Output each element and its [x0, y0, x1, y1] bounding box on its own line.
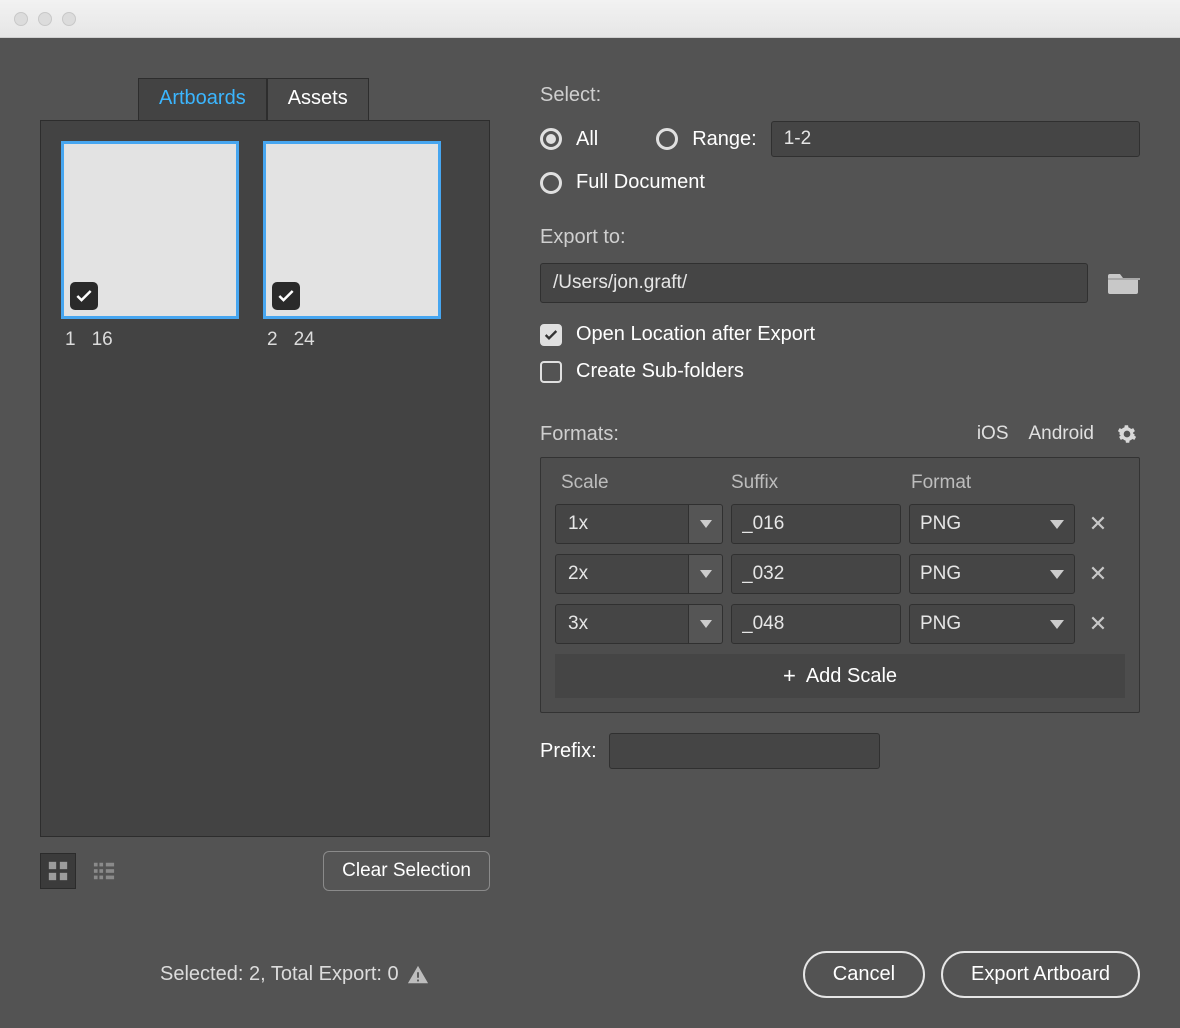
create-subfolders-label: Create Sub-folders	[576, 360, 744, 383]
suffix-input[interactable]	[731, 604, 901, 644]
chevron-down-icon	[689, 604, 723, 644]
chevron-down-icon	[689, 554, 723, 594]
format-select[interactable]: PNG	[909, 554, 1075, 594]
close-window-icon[interactable]	[14, 12, 28, 26]
format-row: 1x PNG ✕	[555, 504, 1125, 544]
col-format: Format	[911, 472, 1081, 494]
artboard-thumbnail[interactable]	[263, 141, 441, 319]
add-scale-label: Add Scale	[806, 665, 897, 688]
radio-all-label: All	[576, 128, 598, 151]
cancel-button[interactable]: Cancel	[803, 951, 925, 998]
chevron-down-icon	[689, 504, 723, 544]
artboard-name: 16	[92, 329, 113, 351]
radio-all[interactable]	[540, 128, 562, 150]
artboard-item[interactable]: 1 16	[61, 141, 239, 351]
range-input[interactable]	[771, 121, 1140, 157]
zoom-window-icon[interactable]	[62, 12, 76, 26]
col-scale: Scale	[561, 472, 731, 494]
artboard-caption: 2 24	[263, 329, 441, 351]
artboard-thumbnail[interactable]	[61, 141, 239, 319]
prefix-input[interactable]	[609, 733, 880, 769]
scale-value: 1x	[555, 504, 689, 544]
formats-panel: Scale Suffix Format 1x PNG ✕	[540, 457, 1140, 713]
preset-ios[interactable]: iOS	[977, 423, 1009, 445]
add-scale-button[interactable]: + Add Scale	[555, 654, 1125, 698]
select-label: Select:	[540, 84, 1140, 107]
tabs: Artboards Assets	[138, 78, 490, 121]
radio-range-label: Range:	[692, 128, 757, 151]
check-icon	[543, 327, 559, 343]
titlebar	[0, 0, 1180, 38]
list-view-button[interactable]	[86, 853, 122, 889]
export-dialog: Artboards Assets 1 16	[0, 38, 1180, 1028]
artboard-name: 24	[294, 329, 315, 351]
scale-select[interactable]: 1x	[555, 504, 723, 544]
remove-row-button[interactable]: ✕	[1083, 561, 1113, 587]
format-row: 2x PNG ✕	[555, 554, 1125, 594]
radio-range[interactable]	[656, 128, 678, 150]
artboard-caption: 1 16	[61, 329, 239, 351]
export-to-label: Export to:	[540, 226, 1140, 249]
scale-select[interactable]: 2x	[555, 554, 723, 594]
format-select[interactable]: PNG	[909, 504, 1075, 544]
minimize-window-icon[interactable]	[38, 12, 52, 26]
grid-icon	[47, 860, 69, 882]
chevron-down-icon	[1050, 570, 1064, 579]
check-icon	[74, 286, 94, 306]
chevron-down-icon	[1050, 620, 1064, 629]
status-text: Selected: 2, Total Export: 0	[160, 963, 429, 986]
gear-icon	[1117, 424, 1137, 444]
format-value: PNG	[920, 563, 1050, 585]
remove-row-button[interactable]: ✕	[1083, 611, 1113, 637]
tab-assets[interactable]: Assets	[267, 78, 369, 121]
artboard-index: 2	[267, 329, 278, 351]
radio-full-document-label: Full Document	[576, 171, 705, 194]
format-value: PNG	[920, 513, 1050, 535]
scale-value: 2x	[555, 554, 689, 594]
artboard-checkbox[interactable]	[272, 282, 300, 310]
preset-android[interactable]: Android	[1029, 423, 1095, 445]
chevron-down-icon	[1050, 520, 1064, 529]
grid-view-button[interactable]	[40, 853, 76, 889]
plus-icon: +	[783, 663, 796, 689]
artboard-index: 1	[65, 329, 76, 351]
artboard-checkbox[interactable]	[70, 282, 98, 310]
format-select[interactable]: PNG	[909, 604, 1075, 644]
artboards-panel: 1 16 2 24	[40, 120, 490, 837]
scale-value: 3x	[555, 604, 689, 644]
suffix-input[interactable]	[731, 554, 901, 594]
create-subfolders-checkbox[interactable]	[540, 361, 562, 383]
format-row: 3x PNG ✕	[555, 604, 1125, 644]
export-artboard-button[interactable]: Export Artboard	[941, 951, 1140, 998]
suffix-input[interactable]	[731, 504, 901, 544]
list-icon	[93, 860, 115, 882]
col-suffix: Suffix	[731, 472, 911, 494]
prefix-label: Prefix:	[540, 740, 597, 763]
clear-selection-button[interactable]: Clear Selection	[323, 851, 490, 891]
open-location-checkbox[interactable]	[540, 324, 562, 346]
export-path-input[interactable]	[540, 263, 1088, 303]
warning-icon	[407, 964, 429, 986]
tab-artboards[interactable]: Artboards	[138, 78, 267, 121]
format-value: PNG	[920, 613, 1050, 635]
formats-header: Scale Suffix Format	[555, 470, 1125, 504]
check-icon	[276, 286, 296, 306]
remove-row-button[interactable]: ✕	[1083, 511, 1113, 537]
formats-label: Formats:	[540, 423, 957, 446]
radio-full-document[interactable]	[540, 172, 562, 194]
folder-icon[interactable]	[1108, 270, 1140, 296]
footer: Selected: 2, Total Export: 0 Cancel Expo…	[40, 941, 1140, 998]
formats-settings-button[interactable]	[1114, 421, 1140, 447]
artboard-item[interactable]: 2 24	[263, 141, 441, 351]
scale-select[interactable]: 3x	[555, 604, 723, 644]
open-location-label: Open Location after Export	[576, 323, 815, 346]
